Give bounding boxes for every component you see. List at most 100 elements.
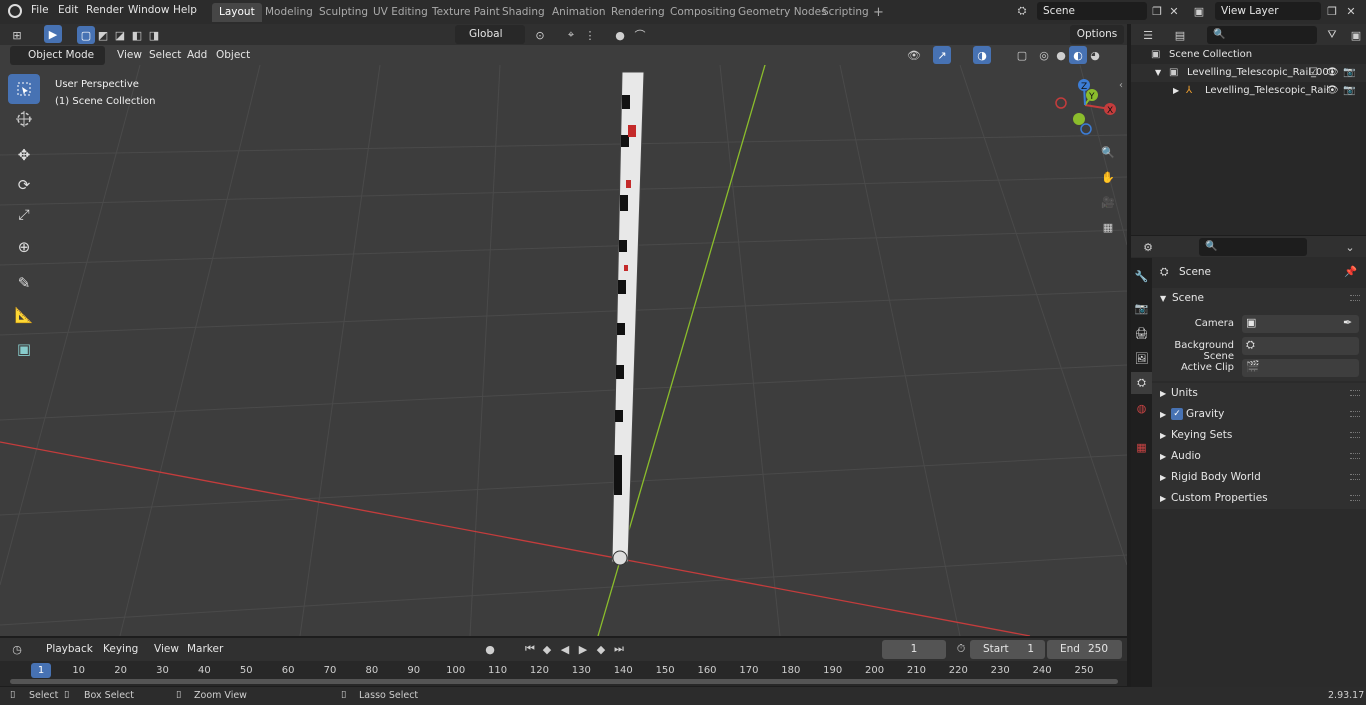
output-tab-icon[interactable]: 🖨 <box>1131 322 1152 344</box>
measure-tool-icon[interactable]: 📐 <box>8 300 40 330</box>
menu-object[interactable]: Object <box>212 45 254 66</box>
texture-tab-icon[interactable]: ▦ <box>1131 436 1152 458</box>
snap-target-icon[interactable]: ⋮ <box>581 26 599 44</box>
eyedropper-icon[interactable]: ✒ <box>1343 316 1352 329</box>
menu-window[interactable]: Window <box>128 4 169 16</box>
properties-options-icon[interactable]: ⌄ <box>1341 238 1359 256</box>
tab-modeling[interactable]: Modeling <box>258 3 320 22</box>
proportional-edit-icon[interactable]: ● <box>611 26 629 44</box>
close-view-layer-icon[interactable]: ✕ <box>1342 2 1360 20</box>
world-tab-icon[interactable]: ◍ <box>1131 397 1152 419</box>
exclude-checkbox-icon[interactable]: ☑ <box>1309 64 1318 82</box>
add-cube-tool-icon[interactable]: ▣ <box>8 334 40 364</box>
keying-sets-subpanel[interactable]: ▶ Keying Sets <box>1152 425 1366 446</box>
menu-timeline-view[interactable]: View <box>150 639 183 660</box>
eye-icon[interactable]: 👁 <box>1326 64 1339 82</box>
object-mode-dropdown[interactable]: Object Mode <box>10 46 105 65</box>
custom-properties-subpanel[interactable]: ▶ Custom Properties <box>1152 488 1366 509</box>
background-scene-field[interactable]: ⛭ <box>1242 337 1359 355</box>
menu-help[interactable]: Help <box>173 4 197 16</box>
navigation-gizmo[interactable]: X Y Z <box>1050 75 1120 140</box>
annotate-tool-icon[interactable]: ✎ <box>8 268 40 298</box>
wireframe-shading-icon[interactable]: ◎ <box>1035 46 1053 64</box>
rotate-tool-icon[interactable]: ⟳ <box>8 170 40 200</box>
falloff-icon[interactable]: ⌒ <box>631 26 649 44</box>
expand-arrow-icon[interactable]: ▼ <box>1155 64 1161 82</box>
menu-view[interactable]: View <box>113 45 146 66</box>
cursor-tool-icon[interactable] <box>8 104 40 134</box>
material-shading-icon[interactable]: ◐ <box>1069 46 1087 64</box>
stopwatch-icon[interactable]: ⏱ <box>952 640 970 658</box>
snap-icon[interactable]: ⌖ <box>562 26 580 44</box>
new-collection-icon[interactable]: ▣ <box>1347 26 1365 44</box>
expand-arrow-icon[interactable]: ▶ <box>1173 82 1179 100</box>
zoom-icon[interactable]: 🔍 <box>1099 143 1117 161</box>
sidebar-toggle-icon[interactable]: ‹ <box>1119 80 1123 91</box>
menu-file[interactable]: File <box>31 4 49 16</box>
camera-view-icon[interactable]: 🎥 <box>1099 193 1117 211</box>
copy-view-layer-icon[interactable]: ❐ <box>1323 2 1341 20</box>
display-mode-icon[interactable]: ▤ <box>1171 26 1189 44</box>
gravity-subpanel[interactable]: ▶ ✓ Gravity <box>1152 404 1366 425</box>
scene-panel-header[interactable]: ▼ Scene <box>1152 288 1366 309</box>
tab-layout[interactable]: Layout <box>212 3 262 22</box>
view-layer-field[interactable]: View Layer <box>1215 2 1321 20</box>
tool-tab-icon[interactable]: 🔧 <box>1131 265 1152 287</box>
outliner-row-object[interactable]: ▶ ⅄ Levelling_Telescopic_Rail 👁 📷 <box>1131 82 1366 100</box>
options-dropdown[interactable]: Options <box>1070 25 1124 44</box>
add-workspace-button[interactable]: + <box>866 3 891 22</box>
jump-end-icon[interactable]: ⏭ <box>610 640 628 658</box>
properties-search-input[interactable]: 🔍 <box>1199 238 1307 256</box>
pan-hand-icon[interactable]: ✋ <box>1099 168 1117 186</box>
blender-logo-icon[interactable] <box>8 4 22 18</box>
menu-add[interactable]: Add <box>183 45 211 66</box>
timeline-editor-icon[interactable]: ◷ <box>8 640 26 658</box>
play-icon[interactable]: ▶ <box>574 640 592 658</box>
tab-shading[interactable]: Shading <box>495 3 552 22</box>
prev-keyframe-icon[interactable]: ◆ <box>538 640 556 658</box>
play-reverse-icon[interactable]: ◀ <box>556 640 574 658</box>
audio-subpanel[interactable]: ▶ Audio <box>1152 446 1366 467</box>
solid-shading-icon[interactable]: ● <box>1052 46 1070 64</box>
select-mode-invert-icon[interactable]: ◧ <box>128 26 146 44</box>
select-mode-new-icon[interactable]: ▢ <box>77 26 95 44</box>
select-mode-intersect-icon[interactable]: ◨ <box>145 26 163 44</box>
jump-start-icon[interactable]: ⏮ <box>521 640 539 658</box>
transform-tool-icon[interactable]: ⊕ <box>8 232 40 262</box>
xray-icon[interactable]: ▢ <box>1013 46 1031 64</box>
view-layer-icon[interactable]: ▣ <box>1190 2 1208 20</box>
transform-orientation-dropdown[interactable]: Global <box>455 25 525 44</box>
menu-keying[interactable]: Keying <box>99 639 142 660</box>
auto-keying-icon[interactable]: ● <box>481 640 499 658</box>
outliner-editor-icon[interactable]: ☰ <box>1139 26 1157 44</box>
outliner-row-collection[interactable]: ▼ ▣ Levelling_Telescopic_Rail_001 ☑ 👁 📷 <box>1131 64 1366 82</box>
start-frame-field[interactable]: Start 1 <box>970 640 1045 659</box>
copy-scene-icon[interactable]: ❐ <box>1148 2 1166 20</box>
render-tab-icon[interactable]: 📷 <box>1131 297 1152 319</box>
scene-icon[interactable]: ⛭ <box>1013 2 1031 20</box>
scene-name-field[interactable]: Scene <box>1037 2 1147 20</box>
view-layer-tab-icon[interactable]: 🖼 <box>1131 347 1152 369</box>
overlay-toggle-icon[interactable]: ◑ <box>973 46 991 64</box>
filter-icon[interactable]: ⛛ <box>1323 26 1341 44</box>
3d-viewport[interactable] <box>0 65 1127 636</box>
pin-icon[interactable]: 📌 <box>1344 262 1357 283</box>
properties-editor-icon[interactable]: ⚙ <box>1139 238 1157 256</box>
select-box-tool-icon[interactable] <box>8 74 40 104</box>
scale-tool-icon[interactable]: ⤢ <box>8 200 40 230</box>
camera-field[interactable]: ▣ ✒ <box>1242 315 1359 333</box>
ortho-toggle-icon[interactable]: ▦ <box>1099 218 1117 236</box>
select-mode-extend-icon[interactable]: ◩ <box>94 26 112 44</box>
editor-type-icon[interactable]: ⊞ <box>8 26 26 44</box>
select-mode-subtract-icon[interactable]: ◪ <box>111 26 129 44</box>
rigid-body-world-subpanel[interactable]: ▶ Rigid Body World <box>1152 467 1366 488</box>
menu-marker[interactable]: Marker <box>183 639 227 660</box>
gizmo-toggle-icon[interactable]: ↗ <box>933 46 951 64</box>
end-frame-field[interactable]: End 250 <box>1047 640 1122 659</box>
timeline-scrollbar[interactable] <box>10 679 1118 684</box>
close-scene-icon[interactable]: ✕ <box>1165 2 1183 20</box>
current-frame-field[interactable]: 1 <box>882 640 946 659</box>
rendered-shading-icon[interactable]: ◕ <box>1086 46 1104 64</box>
visibility-icon[interactable]: 👁 <box>905 46 923 64</box>
tab-animation[interactable]: Animation <box>545 3 613 22</box>
